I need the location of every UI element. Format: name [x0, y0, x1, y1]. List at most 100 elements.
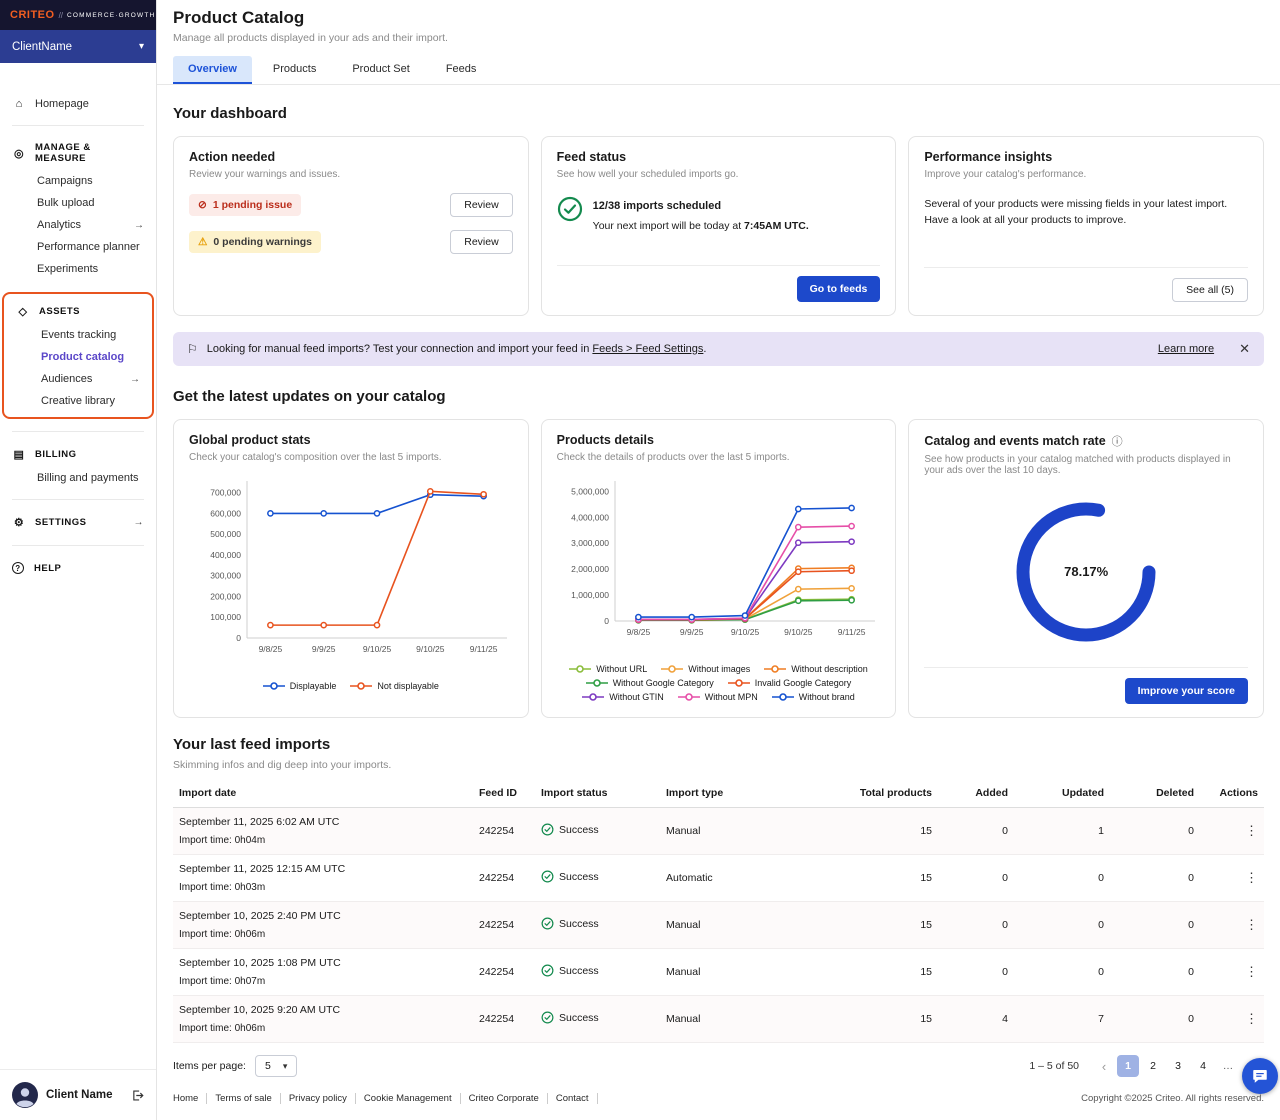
added-count: 0: [938, 902, 1014, 949]
col-actions: Actions: [1200, 779, 1264, 808]
sidebar-item-bulk-upload[interactable]: Bulk upload: [0, 192, 156, 214]
added-count: 0: [938, 949, 1014, 996]
import-date-cell: September 11, 2025 6:02 AM UTC Import tim…: [173, 808, 473, 855]
tab-overview[interactable]: Overview: [173, 56, 252, 84]
import-time: Import time: 0h04m: [179, 835, 467, 846]
import-date: September 11, 2025 6:02 AM UTC: [179, 816, 467, 828]
sidebar-item-creative-library[interactable]: Creative library: [4, 390, 152, 412]
svg-text:0: 0: [604, 616, 609, 626]
review-issues-button[interactable]: Review: [450, 193, 512, 217]
svg-text:9/10/25: 9/10/25: [730, 627, 759, 637]
sidebar-item-analytics[interactable]: Analytics→: [0, 214, 156, 236]
updated-count: 0: [1014, 902, 1110, 949]
sidebar-section-manage-measure[interactable]: ◎ MANAGE & MEASURE: [0, 136, 156, 170]
import-date-cell: September 10, 2025 2:40 PM UTCImport tim…: [173, 902, 473, 949]
page-title: Product Catalog: [173, 8, 1264, 28]
row-actions-button[interactable]: ⋮: [1200, 949, 1264, 996]
feed-id: 242254: [473, 808, 535, 855]
sidebar-item-events-tracking[interactable]: Events tracking: [4, 324, 152, 346]
products-details-legend: Without URLWithout imagesWithout descrip…: [557, 662, 881, 704]
tab-bar: Overview Products Product Set Feeds: [157, 44, 1280, 85]
page-button[interactable]: 2: [1142, 1055, 1164, 1077]
page-prev-button[interactable]: ‹: [1094, 1059, 1114, 1074]
user-name: Client Name: [46, 1089, 112, 1101]
row-actions-button[interactable]: ⋮: [1200, 902, 1264, 949]
card-footer: Improve your score: [924, 667, 1248, 704]
footer-link-cookie[interactable]: Cookie Management: [356, 1093, 461, 1104]
sidebar-section-assets[interactable]: ◇ ASSETS: [4, 299, 152, 324]
updated-count: 7: [1014, 996, 1110, 1043]
import-time: Import time: 0h06m: [179, 929, 467, 940]
sidebar-item-label: Bulk upload: [37, 197, 95, 209]
user-footer[interactable]: Client Name: [0, 1069, 156, 1120]
logout-icon[interactable]: [131, 1089, 144, 1102]
import-type: Manual: [660, 996, 810, 1043]
sidebar-item-performance-planner[interactable]: Performance planner: [0, 236, 156, 258]
sidebar-section-help[interactable]: ? HELP: [0, 556, 156, 580]
improve-score-button[interactable]: Improve your score: [1125, 678, 1248, 704]
client-selector[interactable]: ClientName ▾: [0, 30, 156, 63]
sidebar-item-product-catalog[interactable]: Product catalog: [4, 346, 152, 368]
svg-text:3,000,000: 3,000,000: [571, 538, 609, 548]
sidebar-item-billing-and-payments[interactable]: Billing and payments: [0, 467, 156, 489]
svg-text:500,000: 500,000: [210, 529, 241, 539]
row-actions-button[interactable]: ⋮: [1200, 855, 1264, 902]
legend-item: Without Google Category: [586, 678, 714, 688]
tab-product-set[interactable]: Product Set: [337, 56, 424, 84]
page-button[interactable]: 1: [1117, 1055, 1139, 1077]
card-subtitle: See how well your scheduled imports go.: [557, 169, 881, 180]
sidebar-item-campaigns[interactable]: Campaigns: [0, 170, 156, 192]
products-details-card: Products details Check the details of pr…: [541, 419, 897, 718]
footer-link-terms[interactable]: Terms of sale: [207, 1093, 281, 1104]
brand-bar: CRITEO // COMMERCE·GROWTH: [0, 0, 156, 30]
page-button[interactable]: 3: [1167, 1055, 1189, 1077]
col-import-date: Import date: [173, 779, 473, 808]
deleted-count: 0: [1110, 808, 1200, 855]
go-to-feeds-button[interactable]: Go to feeds: [797, 276, 881, 302]
match-rate-value: 78.17%: [1064, 564, 1108, 579]
main-content: Product Catalog Manage all products disp…: [157, 0, 1280, 1120]
page-button[interactable]: 4: [1192, 1055, 1214, 1077]
row-actions-button[interactable]: ⋮: [1200, 996, 1264, 1043]
svg-text:9/10/25: 9/10/25: [784, 627, 813, 637]
card-title: Products details: [557, 433, 881, 447]
footer-link-home[interactable]: Home: [173, 1093, 207, 1104]
insights-body: Several of your products were missing fi…: [924, 196, 1248, 229]
sidebar-item-audiences[interactable]: Audiences→: [4, 368, 152, 390]
pagination-controls: 1 – 5 of 50 ‹ 1234…10: [1029, 1055, 1264, 1077]
sidebar-item-homepage[interactable]: ⌂ Homepage: [0, 93, 156, 115]
legend-item: Invalid Google Category: [728, 678, 852, 688]
feed-settings-link[interactable]: Feeds > Feed Settings: [592, 343, 703, 355]
sidebar-section-settings[interactable]: ⚙ SETTINGS →: [0, 510, 156, 535]
import-type: Automatic: [660, 855, 810, 902]
updated-count: 1: [1014, 808, 1110, 855]
footer-link-corporate[interactable]: Criteo Corporate: [461, 1093, 548, 1104]
footer-link-contact[interactable]: Contact: [548, 1093, 598, 1104]
added-count: 0: [938, 855, 1014, 902]
status-badge: Success: [541, 823, 599, 836]
added-count: 4: [938, 996, 1014, 1043]
review-warnings-button[interactable]: Review: [450, 230, 512, 254]
svg-text:9/8/25: 9/8/25: [259, 644, 283, 654]
chat-widget-button[interactable]: [1242, 1058, 1278, 1094]
sidebar-item-experiments[interactable]: Experiments: [0, 258, 156, 280]
home-icon: ⌂: [12, 98, 26, 110]
info-icon[interactable]: ⓘ: [1112, 433, 1123, 449]
sidebar-section-billing[interactable]: ▤ BILLING: [0, 442, 156, 467]
arrow-right-icon: →: [134, 220, 144, 231]
svg-text:700,000: 700,000: [210, 488, 241, 498]
learn-more-link[interactable]: Learn more: [1158, 343, 1214, 355]
svg-text:0: 0: [236, 633, 241, 643]
see-all-button[interactable]: See all (5): [1172, 278, 1248, 302]
close-icon[interactable]: ✕: [1239, 341, 1250, 357]
imports-section-title: Your last feed imports: [173, 736, 1264, 753]
items-per-page-select[interactable]: 5 ▾: [255, 1055, 297, 1077]
items-per-page: Items per page: 5 ▾: [173, 1055, 297, 1077]
svg-text:100,000: 100,000: [210, 612, 241, 622]
tab-feeds[interactable]: Feeds: [431, 56, 492, 84]
legend-item: Without GTIN: [582, 692, 664, 702]
pagination-range: 1 – 5 of 50: [1029, 1060, 1079, 1072]
footer-link-privacy[interactable]: Privacy policy: [281, 1093, 356, 1104]
row-actions-button[interactable]: ⋮: [1200, 808, 1264, 855]
tab-products[interactable]: Products: [258, 56, 331, 84]
